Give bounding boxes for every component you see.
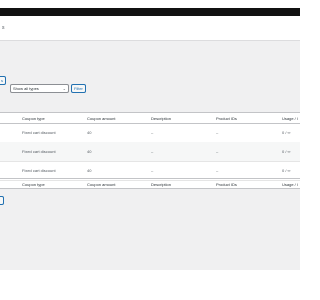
cell-usage: 0 / ∞ [282,149,291,154]
cell-usage: 0 / ∞ [282,168,291,173]
column-header-usage[interactable]: Usage / l [282,116,298,121]
bottom-bulk-apply-button[interactable] [0,196,4,205]
chevron-down-icon: ⌄ [62,86,66,91]
table-row[interactable]: Fixed cart discount 40 – – 0 / ∞ [0,142,300,162]
column-header-coupon-amount[interactable]: Coupon amount [87,116,115,121]
column-footer-description[interactable]: Description [151,182,171,187]
type-filter-selected: Show all types [13,86,39,91]
cell-coupon-type: Fixed cart discount [22,130,56,135]
cell-coupon-type: Fixed cart discount [22,149,56,154]
admin-page: s s Show all types ⌄ Filter Coupon type … [0,16,300,270]
cell-product-ids: – [216,168,219,173]
column-header-product-ids[interactable]: Product IDs [216,116,237,121]
type-filter-select[interactable]: Show all types ⌄ [10,84,69,93]
cell-description: – [151,130,154,135]
cell-product-ids: – [216,130,219,135]
column-footer-coupon-amount[interactable]: Coupon amount [87,182,115,187]
page-title: s [2,25,5,31]
table-footer: Coupon type Coupon amount Description Pr… [0,178,300,189]
cell-coupon-type: Fixed cart discount [22,168,56,173]
table-row[interactable]: Fixed cart discount 40 – – 0 / ∞ [0,123,300,143]
cell-coupon-amount: 40 [87,149,92,154]
cell-product-ids: – [216,149,219,154]
bulk-apply-button[interactable]: s [0,76,6,85]
cell-coupon-amount: 40 [87,168,92,173]
cell-description: – [151,168,154,173]
column-footer-usage[interactable]: Usage / l [282,182,298,187]
column-header-coupon-type[interactable]: Coupon type [22,116,45,121]
column-footer-coupon-type[interactable]: Coupon type [22,182,45,187]
column-footer-product-ids[interactable]: Product IDs [216,182,237,187]
cell-usage: 0 / ∞ [282,130,291,135]
cell-description: – [151,149,154,154]
page-header: s [0,16,300,41]
coupons-table: Coupon type Coupon amount Description Pr… [0,112,300,189]
cell-coupon-amount: 40 [87,130,92,135]
filter-button[interactable]: Filter [71,84,86,93]
column-header-description[interactable]: Description [151,116,171,121]
